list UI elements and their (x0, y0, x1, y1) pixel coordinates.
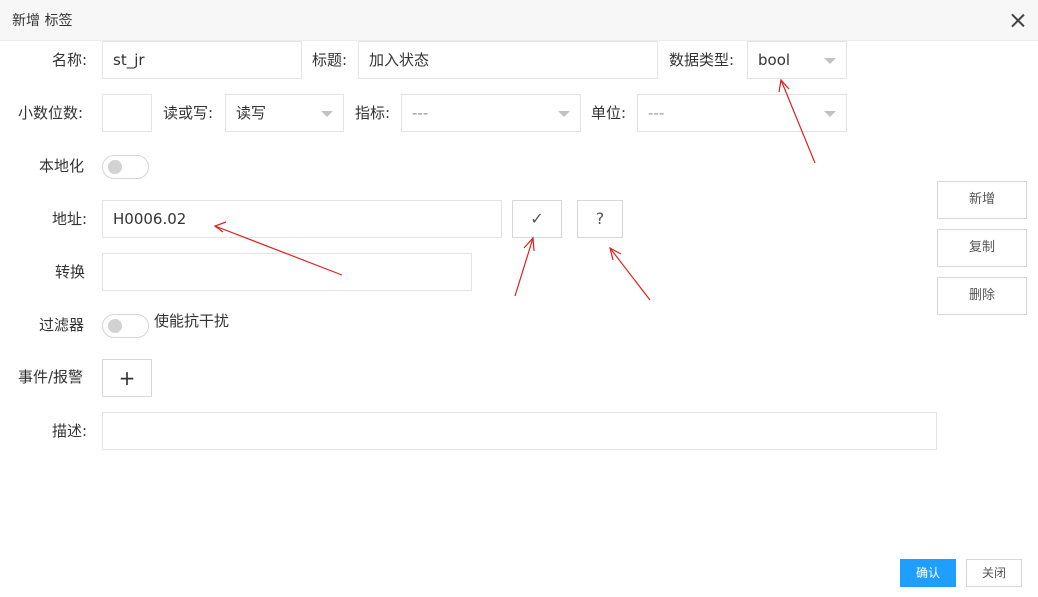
delete-button[interactable]: 删除 (937, 277, 1027, 315)
check-button[interactable]: ✓ (512, 200, 562, 238)
toggle-knob (108, 160, 122, 174)
indicator-select[interactable]: --- (401, 94, 581, 132)
address-input[interactable]: H0006.02 (102, 200, 502, 238)
annotation-arrowhead (609, 246, 622, 261)
chevron-down-icon (824, 111, 836, 117)
annotation-arrows (213, 78, 816, 301)
filter-caption: 使能抗干扰 (154, 312, 230, 330)
confirm-button[interactable]: 确认 (900, 559, 956, 587)
chevron-down-icon (321, 111, 333, 117)
chevron-down-icon (558, 111, 570, 117)
title-input[interactable]: 加入状态 (358, 41, 658, 79)
dialog-titlebar (0, 0, 1038, 41)
decimals-input[interactable] (102, 94, 152, 132)
chevron-down-icon (824, 58, 836, 64)
check-icon: ✓ (530, 209, 544, 228)
copy-button[interactable]: 复制 (937, 229, 1027, 267)
readwrite-value: 读写 (236, 104, 267, 122)
name-input[interactable]: st_jr (102, 41, 302, 79)
dialog-title: 新增 标签 (12, 13, 73, 29)
close-button[interactable]: 关闭 (966, 559, 1022, 587)
add-event-button[interactable]: + (102, 359, 152, 397)
localize-toggle[interactable] (102, 155, 149, 179)
filter-label: 过滤器 (39, 316, 85, 334)
event-label: 事件/报警 (18, 368, 84, 386)
toggle-knob (108, 319, 122, 333)
datatype-value: bool (758, 51, 791, 69)
indicator-label: 指标: (355, 104, 391, 122)
help-button[interactable]: ? (577, 200, 623, 238)
help-icon: ? (595, 209, 605, 228)
localize-label: 本地化 (39, 157, 85, 175)
datatype-select[interactable]: bool (747, 41, 847, 79)
unit-label: 单位: (591, 104, 627, 122)
close-icon[interactable] (1006, 9, 1030, 33)
annotation-arrow (609, 247, 651, 301)
unit-value: --- (648, 104, 665, 122)
filter-toggle[interactable] (102, 314, 149, 338)
address-label: 地址: (52, 210, 88, 228)
annotation-arrowhead (778, 78, 790, 93)
readwrite-select[interactable]: 读写 (225, 94, 344, 132)
description-input[interactable] (102, 412, 937, 450)
convert-input[interactable] (102, 253, 472, 291)
decimals-label: 小数位数: (18, 104, 84, 122)
name-label: 名称: (52, 51, 88, 69)
title-label: 标题: (312, 51, 348, 69)
annotation-arrow (514, 237, 534, 297)
unit-select[interactable]: --- (637, 94, 847, 132)
readwrite-label: 读或写: (163, 104, 214, 122)
add-button[interactable]: 新增 (937, 181, 1027, 219)
datatype-label: 数据类型: (669, 51, 735, 69)
annotation-arrowhead (523, 236, 535, 252)
plus-icon: + (118, 366, 136, 390)
indicator-value: --- (412, 104, 429, 122)
convert-label: 转换 (55, 263, 86, 281)
description-label: 描述: (52, 422, 88, 440)
